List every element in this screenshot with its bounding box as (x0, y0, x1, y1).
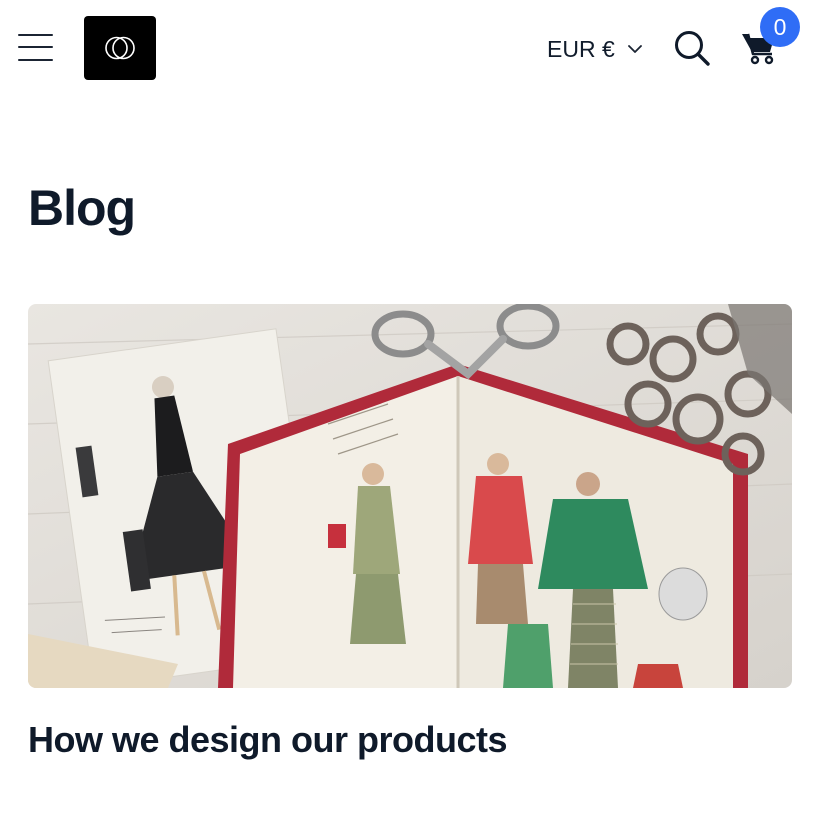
chevron-down-icon (627, 44, 643, 54)
fashion-illustrations-photo (28, 304, 792, 688)
search-icon (675, 31, 710, 66)
hamburger-menu-icon[interactable] (18, 32, 54, 62)
currency-selector[interactable]: EUR € (547, 33, 643, 65)
currency-label: EUR € (547, 35, 615, 62)
search-button[interactable] (673, 29, 711, 67)
blog-post-title[interactable]: How we design our products (28, 716, 508, 764)
site-header: EUR € 0 (0, 0, 822, 100)
page-title: Blog (28, 180, 136, 236)
blog-post-image[interactable] (28, 304, 792, 688)
cart-count-badge: 0 (760, 7, 800, 47)
interlocking-circles-logo-icon (105, 36, 135, 60)
site-logo[interactable] (84, 16, 156, 80)
